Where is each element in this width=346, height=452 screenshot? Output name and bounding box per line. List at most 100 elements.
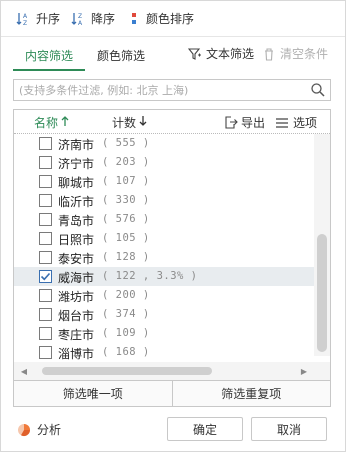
- svg-text:A: A: [78, 20, 83, 27]
- item-checkbox[interactable]: [39, 251, 52, 264]
- text-filter-button[interactable]: 文本筛选: [187, 45, 254, 62]
- checkmark-icon: [40, 272, 51, 281]
- item-name: 枣庄市: [58, 328, 95, 342]
- item-name: 烟台市: [58, 309, 95, 323]
- filter-panel: A Z 升序 Z A 降序 颜色排序 内容筛选 颜色筛选 文本筛选 清空条件 (…: [0, 0, 346, 452]
- item-count: ( 107 ): [102, 175, 150, 187]
- list-item[interactable]: 聊城市 ( 107 ): [14, 172, 314, 191]
- list-item[interactable]: 枣庄市 ( 109 ): [14, 324, 314, 343]
- search-input[interactable]: [14, 80, 304, 100]
- search-icon[interactable]: [310, 82, 326, 98]
- list-item[interactable]: 日照市 ( 105 ): [14, 229, 314, 248]
- item-checkbox[interactable]: [39, 308, 52, 321]
- item-checkbox[interactable]: [39, 346, 52, 359]
- dialog-footer: 分析 确定 取消: [1, 411, 345, 451]
- item-name: 济南市: [58, 138, 95, 152]
- item-count: ( 576 ): [102, 213, 150, 225]
- item-checkbox[interactable]: [39, 156, 52, 169]
- filter-duplicate-button[interactable]: 筛选重复项: [171, 381, 330, 406]
- item-count: ( 105 ): [102, 232, 150, 244]
- filter-buttons: 筛选唯一项 筛选重复项: [13, 381, 331, 407]
- options-button[interactable]: 选项: [274, 114, 317, 131]
- horizontal-scrollbar[interactable]: ◀ ▶: [14, 362, 330, 380]
- count-header-label: 计数: [112, 116, 137, 130]
- scroll-right-icon[interactable]: ▶: [296, 363, 312, 379]
- item-count: ( 330 ): [102, 194, 150, 206]
- sort-descending-button[interactable]: Z A 降序: [70, 7, 115, 31]
- active-tab-indicator: [13, 69, 85, 71]
- item-count: ( 122 , 3.3% ): [102, 270, 198, 282]
- item-name: 临沂市: [58, 195, 95, 209]
- sort-by-name-header[interactable]: 名称: [34, 114, 69, 131]
- list-item[interactable]: 淄博市 ( 168 ): [14, 343, 314, 362]
- horizontal-scroll-thumb[interactable]: [42, 367, 212, 375]
- arrow-up-icon: [61, 115, 69, 130]
- export-label: 导出: [241, 116, 266, 130]
- value-list: 名称 计数 导出 选项 济南市 (555) 济宁市 (203) 聊城市 …: [13, 109, 331, 381]
- item-count: ( 374 ): [102, 308, 150, 320]
- list-item[interactable]: 临沂市 ( 330 ): [14, 191, 314, 210]
- export-icon: [222, 115, 238, 131]
- name-header-label: 名称: [34, 116, 59, 130]
- item-count: ( 555 ): [102, 137, 150, 149]
- item-checkbox[interactable]: [39, 213, 52, 226]
- item-name: 潍坊市: [58, 290, 95, 304]
- text-filter-label: 文本筛选: [206, 47, 255, 61]
- tab-content-filter[interactable]: 内容筛选: [25, 47, 73, 64]
- svg-text:Z: Z: [78, 13, 82, 20]
- vertical-scrollbar[interactable]: [314, 134, 330, 356]
- sort-descending-label: 降序: [91, 12, 116, 26]
- sort-ascending-label: 升序: [36, 12, 61, 26]
- scroll-left-icon[interactable]: ◀: [16, 363, 32, 379]
- item-count: ( 109 ): [102, 327, 150, 339]
- arrow-down-icon: [139, 115, 147, 130]
- filter-unique-button[interactable]: 筛选唯一项: [14, 381, 172, 406]
- menu-lines-icon: [274, 115, 290, 131]
- list-item-selected[interactable]: 威海市 ( 122 , 3.3% ): [14, 267, 314, 286]
- color-sort-icon: [125, 10, 143, 28]
- list-item[interactable]: 潍坊市 ( 200 ): [14, 286, 314, 305]
- filter-tabs: 内容筛选 颜色筛选 文本筛选 清空条件: [1, 43, 345, 71]
- item-name: 青岛市: [58, 214, 95, 228]
- item-checkbox-checked[interactable]: [39, 270, 52, 283]
- item-checkbox[interactable]: [39, 194, 52, 207]
- item-checkbox[interactable]: [39, 232, 52, 245]
- list-item[interactable]: 烟台市 ( 374 ): [14, 305, 314, 324]
- item-count: ( 168 ): [102, 346, 150, 358]
- list-header: 名称 计数 导出 选项: [14, 110, 330, 134]
- analyze-button[interactable]: 分析: [17, 421, 61, 438]
- item-checkbox[interactable]: [39, 327, 52, 340]
- svg-text:Z: Z: [23, 20, 27, 27]
- trash-icon: [261, 46, 277, 62]
- item-count: ( 203 ): [102, 156, 150, 168]
- clear-condition-label: 清空条件: [280, 47, 329, 61]
- export-button[interactable]: 导出: [222, 114, 265, 131]
- item-count: ( 128 ): [102, 251, 150, 263]
- ok-button[interactable]: 确定: [167, 417, 243, 441]
- list-item[interactable]: 济宁市 ( 203 ): [14, 153, 314, 172]
- sort-ascending-button[interactable]: A Z 升序: [15, 7, 60, 31]
- item-name: 日照市: [58, 233, 95, 247]
- item-count: ( 200 ): [102, 289, 150, 301]
- item-checkbox[interactable]: [39, 137, 52, 150]
- pie-chart-icon: [17, 423, 31, 437]
- list-item[interactable]: 青岛市 ( 576 ): [14, 210, 314, 229]
- tab-color-filter[interactable]: 颜色筛选: [97, 47, 145, 64]
- item-checkbox[interactable]: [39, 175, 52, 188]
- clear-condition-button[interactable]: 清空条件: [261, 45, 328, 62]
- sort-by-count-header[interactable]: 计数: [112, 114, 147, 131]
- options-label: 选项: [293, 116, 318, 130]
- color-sort-label: 颜色排序: [146, 12, 195, 26]
- search-box: [13, 79, 331, 101]
- funnel-icon: [187, 46, 203, 62]
- item-name: 聊城市: [58, 176, 95, 190]
- item-checkbox[interactable]: [39, 289, 52, 302]
- vertical-scroll-thumb[interactable]: [317, 234, 327, 352]
- item-name: 淄博市: [58, 347, 95, 361]
- item-name: 泰安市: [58, 252, 95, 266]
- list-item[interactable]: 济南市 ( 555 ): [14, 134, 314, 153]
- list-item[interactable]: 泰安市 ( 128 ): [14, 248, 314, 267]
- cancel-button[interactable]: 取消: [251, 417, 327, 441]
- color-sort-button[interactable]: 颜色排序: [125, 7, 194, 31]
- sort-ascending-icon: A Z: [15, 10, 33, 28]
